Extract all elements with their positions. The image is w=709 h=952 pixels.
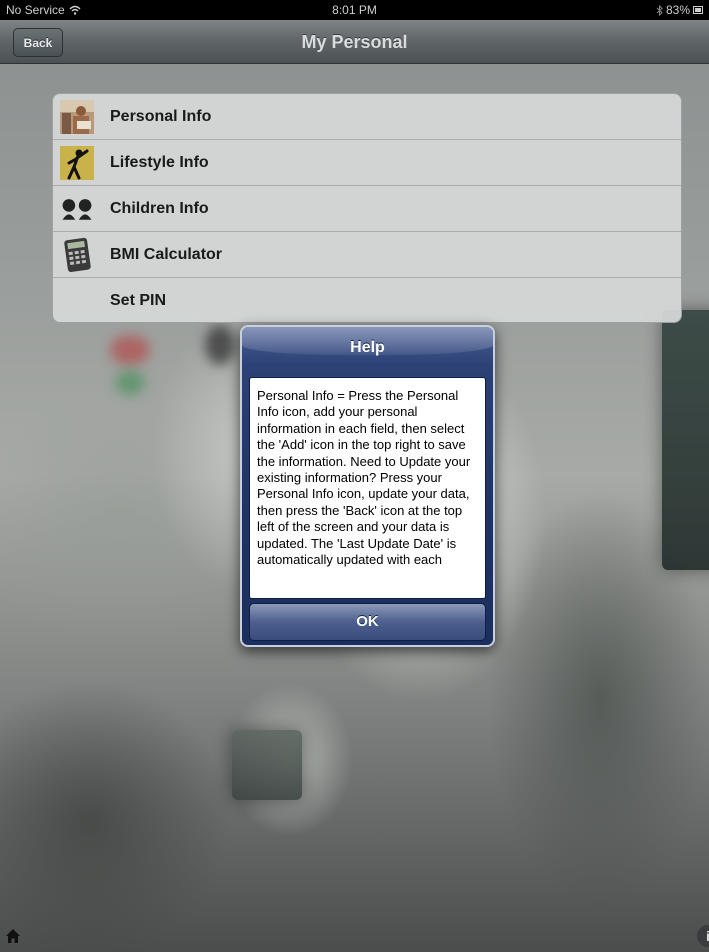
home-icon[interactable] <box>5 928 21 944</box>
children-heads-icon <box>59 191 95 227</box>
exercise-figure-icon <box>59 145 95 181</box>
list-item-label: Lifestyle Info <box>110 154 209 171</box>
alert-message-scrollbox[interactable]: Personal Info = Press the Personal Info … <box>249 377 486 599</box>
list-item-label: Personal Info <box>110 108 212 125</box>
ok-button[interactable]: OK <box>249 603 486 641</box>
background-light-red <box>110 335 150 365</box>
calculator-icon <box>59 237 95 273</box>
background-monitor-left <box>232 730 302 800</box>
status-bar: No Service 8:01 PM 83% <box>0 0 709 20</box>
alert-message: Personal Info = Press the Personal Info … <box>257 388 471 568</box>
list-item-bmi-calculator[interactable]: BMI Calculator <box>53 232 681 278</box>
person-photo-icon <box>59 99 95 135</box>
list-item-children-info[interactable]: Children Info <box>53 186 681 232</box>
background-light-green <box>115 370 145 395</box>
background-monitor-right <box>662 310 709 570</box>
battery-icon <box>693 6 703 14</box>
list-item-label: Children Info <box>110 200 209 217</box>
help-alert-dialog: Help Personal Info = Press the Personal … <box>240 325 495 647</box>
list-item-label: BMI Calculator <box>110 246 223 263</box>
clock: 8:01 PM <box>332 3 377 17</box>
list-item-personal-info[interactable]: Personal Info <box>53 94 681 140</box>
back-button[interactable]: Back <box>13 28 63 57</box>
list-item-label: Set PIN <box>110 292 167 309</box>
page-title: My Personal <box>301 32 408 52</box>
menu-list: Personal Info Lifestyle Info Children In… <box>52 93 682 323</box>
navigation-bar: My Personal Back <box>0 20 709 64</box>
list-item-set-pin[interactable]: Set PIN <box>53 278 681 322</box>
alert-title: Help <box>350 339 385 356</box>
list-item-lifestyle-info[interactable]: Lifestyle Info <box>53 140 681 186</box>
background-light-dark <box>205 325 235 365</box>
alert-scroll-fade <box>250 590 485 598</box>
